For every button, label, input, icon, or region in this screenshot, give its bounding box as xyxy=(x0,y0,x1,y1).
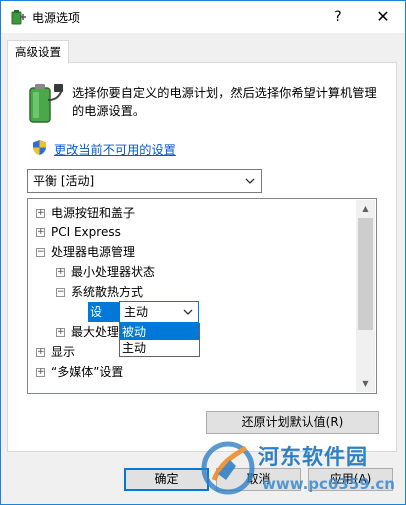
tree-item-processor-power[interactable]: − 处理器电源管理 xyxy=(36,242,346,262)
cooling-policy-value: 主动 xyxy=(124,305,149,319)
uac-shield-icon xyxy=(33,140,46,155)
tree-item-label: 显示 xyxy=(51,345,76,359)
tree-item-label: 最小处理器状态 xyxy=(71,265,156,279)
window-title: 电源选项 xyxy=(32,11,81,25)
battery-plug-icon xyxy=(29,84,63,123)
intro-text: 选择你要自定义的电源计划，然后选择你希望计算机管理的电源设置。 xyxy=(72,86,377,118)
tree-item-pci-express[interactable]: + PCI Express xyxy=(36,222,346,242)
power-plan-value: 平衡 [活动] xyxy=(33,174,95,188)
tree-item-multimedia[interactable]: + “多媒体”设置 xyxy=(36,362,346,382)
tree-item-label: 系统散热方式 xyxy=(71,285,144,299)
close-button[interactable]: ✕ xyxy=(360,1,406,33)
tree-item-label: “多媒体”设置 xyxy=(51,365,124,379)
title-bar: 电源选项 ? ✕ xyxy=(1,1,405,33)
expand-icon[interactable]: + xyxy=(56,328,65,337)
expand-icon[interactable]: + xyxy=(36,348,45,357)
tree-item-label: PCI Express xyxy=(51,225,121,239)
collapse-icon[interactable]: − xyxy=(36,248,45,257)
help-button[interactable]: ? xyxy=(315,1,361,33)
tree-item-label: 处理器电源管理 xyxy=(51,245,136,259)
expand-icon[interactable]: + xyxy=(36,368,45,377)
watermark-url: www.pc0359.cn xyxy=(262,475,395,493)
scroll-up-arrow-icon[interactable]: ▲ xyxy=(356,200,375,217)
expand-icon[interactable]: + xyxy=(36,209,45,218)
cooling-policy-combo[interactable]: 主动 xyxy=(119,301,199,323)
expand-icon[interactable]: + xyxy=(56,268,65,277)
tree-item-max-processor-state[interactable]: + 最大处理 xyxy=(56,322,118,342)
power-options-icon xyxy=(11,10,26,25)
tree-scrollbar[interactable]: ▲ ▼ xyxy=(356,200,375,392)
watermark-name: 河东软件园 xyxy=(258,444,368,469)
collapse-icon[interactable]: − xyxy=(56,288,65,297)
dropdown-option-active[interactable]: 主动 xyxy=(120,340,199,356)
restore-defaults-button[interactable]: 还原计划默认值(R) xyxy=(206,411,379,434)
expand-icon[interactable]: + xyxy=(36,228,45,237)
tree-item-min-processor-state[interactable]: + 最小处理器状态 xyxy=(56,262,346,282)
scroll-down-arrow-icon[interactable]: ▼ xyxy=(356,375,375,392)
chevron-down-icon xyxy=(245,178,255,184)
tree-item-label: 最大处理 xyxy=(71,325,118,339)
change-unavailable-settings-link[interactable]: 更改当前不可用的设置 xyxy=(54,140,176,158)
tab-advanced-settings[interactable]: 高级设置 xyxy=(7,40,69,63)
chevron-down-icon xyxy=(183,309,193,315)
power-plan-select[interactable]: 平衡 [活动] xyxy=(27,169,262,193)
tree-item-label: 电源按钮和盖子 xyxy=(51,206,136,220)
scroll-thumb[interactable] xyxy=(358,218,373,330)
dropdown-option-passive[interactable]: 被动 xyxy=(120,324,199,340)
setting-label: 设置： xyxy=(88,302,122,322)
tree-item-system-cooling-policy[interactable]: − 系统散热方式 xyxy=(56,282,346,302)
cooling-policy-dropdown: 被动 主动 xyxy=(119,323,200,357)
tree-item-power-buttons-lid[interactable]: + 电源按钮和盖子 xyxy=(36,203,346,223)
